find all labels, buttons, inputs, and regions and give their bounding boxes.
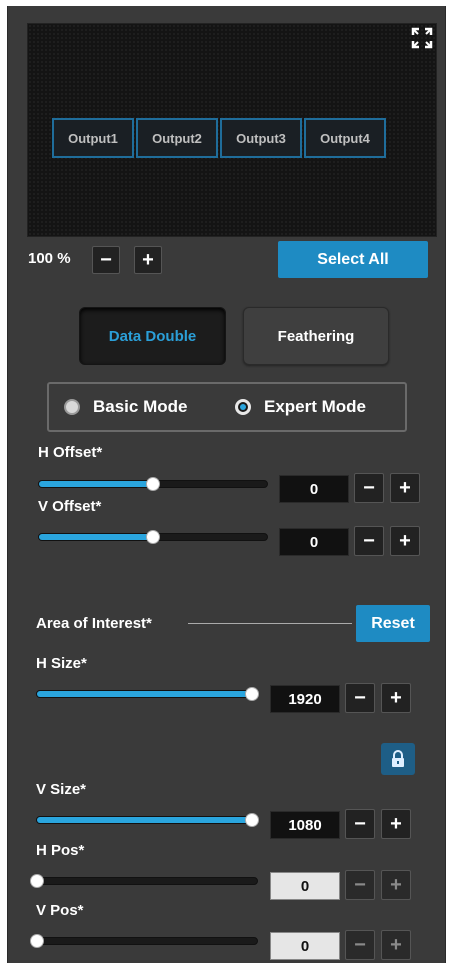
tab-data-double[interactable]: Data Double [79, 307, 226, 365]
expert-mode-label[interactable]: Expert Mode [264, 397, 366, 417]
slider-fill [39, 534, 153, 540]
h-pos-label: H Pos* [36, 842, 85, 859]
v-pos-increment-button[interactable]: + [381, 930, 411, 960]
slider-thumb[interactable] [146, 530, 160, 544]
slider-fill [37, 691, 252, 697]
expert-mode-radio[interactable] [235, 399, 251, 415]
basic-mode-label[interactable]: Basic Mode [93, 397, 187, 417]
v-pos-slider[interactable] [30, 934, 258, 948]
slider-thumb[interactable] [245, 813, 259, 827]
h-size-slider[interactable] [36, 687, 259, 701]
mode-selector: Basic Mode Expert Mode [47, 382, 407, 432]
h-offset-label: H Offset* [38, 444, 103, 461]
section-divider [188, 623, 352, 624]
h-size-value[interactable]: 1920 [270, 685, 340, 713]
h-size-increment-button[interactable]: + [381, 683, 411, 713]
basic-mode-radio[interactable] [64, 399, 80, 415]
h-offset-increment-button[interactable]: + [390, 473, 420, 503]
select-all-button[interactable]: Select All [278, 241, 428, 278]
output-tile-2[interactable]: Output2 [136, 118, 218, 158]
h-pos-value[interactable]: 0 [270, 872, 340, 900]
slider-thumb[interactable] [146, 477, 160, 491]
slider-fill [37, 817, 252, 823]
lock-aspect-button[interactable] [381, 743, 415, 775]
h-pos-increment-button[interactable]: + [381, 870, 411, 900]
v-size-label: V Size* [36, 781, 87, 798]
lock-icon [392, 750, 404, 767]
radio-selected-dot [240, 404, 246, 410]
area-of-interest-heading: Area of Interest* [36, 615, 152, 632]
output-tile-3[interactable]: Output3 [220, 118, 302, 158]
v-pos-value[interactable]: 0 [270, 932, 340, 960]
v-offset-label: V Offset* [38, 498, 102, 515]
slider-thumb[interactable] [30, 934, 44, 948]
h-size-label: H Size* [36, 655, 87, 672]
h-offset-value[interactable]: 0 [279, 475, 349, 503]
v-size-slider[interactable] [36, 813, 259, 827]
output-preview: Output1 Output2 Output3 Output4 [27, 23, 437, 237]
slider-thumb[interactable] [245, 687, 259, 701]
v-pos-label: V Pos* [36, 902, 84, 919]
reset-button[interactable]: Reset [356, 605, 430, 642]
output-tile-1[interactable]: Output1 [52, 118, 134, 158]
zoom-out-button[interactable]: − [92, 246, 120, 274]
v-size-decrement-button[interactable]: − [345, 809, 375, 839]
v-offset-slider[interactable] [38, 530, 268, 544]
h-size-decrement-button[interactable]: − [345, 683, 375, 713]
v-pos-decrement-button[interactable]: − [345, 930, 375, 960]
h-pos-slider[interactable] [30, 874, 258, 888]
zoom-in-button[interactable]: + [134, 246, 162, 274]
slider-thumb[interactable] [30, 874, 44, 888]
zoom-level: 100 % [28, 250, 71, 267]
v-size-increment-button[interactable]: + [381, 809, 411, 839]
h-offset-decrement-button[interactable]: − [354, 473, 384, 503]
settings-panel: Output1 Output2 Output3 Output4 100 % − … [7, 6, 446, 963]
v-offset-decrement-button[interactable]: − [354, 526, 384, 556]
h-offset-slider[interactable] [38, 477, 268, 491]
v-offset-increment-button[interactable]: + [390, 526, 420, 556]
h-pos-decrement-button[interactable]: − [345, 870, 375, 900]
v-offset-value[interactable]: 0 [279, 528, 349, 556]
v-size-value[interactable]: 1080 [270, 811, 340, 839]
output-tile-4[interactable]: Output4 [304, 118, 386, 158]
tab-feathering[interactable]: Feathering [243, 307, 389, 365]
slider-fill [39, 481, 153, 487]
fullscreen-icon[interactable] [410, 26, 434, 50]
